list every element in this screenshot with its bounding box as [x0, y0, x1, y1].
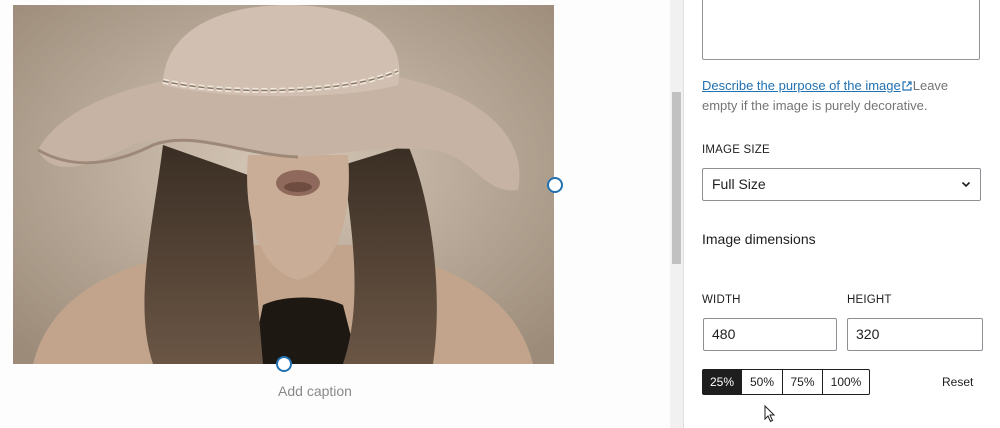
scrollbar-thumb[interactable]	[672, 92, 681, 264]
resize-handle-bottom[interactable]	[276, 356, 292, 372]
percent-100-button[interactable]: 100%	[823, 369, 870, 395]
chevron-down-icon	[961, 181, 971, 188]
height-label: HEIGHT	[847, 294, 892, 306]
alt-text-help: Describe the purpose of the image Leave e…	[702, 76, 972, 116]
percent-25-button[interactable]: 25%	[702, 369, 742, 395]
editor-canvas: Add caption	[0, 0, 670, 428]
percent-50-button[interactable]: 50%	[742, 369, 783, 395]
alt-text-field[interactable]	[702, 0, 980, 60]
height-input[interactable]: 320	[847, 318, 983, 351]
width-label: WIDTH	[702, 294, 741, 306]
percent-75-button[interactable]: 75%	[783, 369, 823, 395]
image-size-label: IMAGE SIZE	[702, 144, 770, 156]
image-dimensions-title: Image dimensions	[702, 231, 816, 247]
image-size-value: Full Size	[712, 176, 766, 192]
external-link-icon	[902, 81, 912, 91]
describe-purpose-link[interactable]: Describe the purpose of the image	[702, 78, 901, 93]
width-input[interactable]: 480	[703, 318, 837, 351]
caption-input[interactable]: Add caption	[0, 383, 630, 399]
photo	[13, 5, 554, 364]
mouse-cursor-icon	[764, 405, 776, 423]
resize-handle-right[interactable]	[547, 177, 563, 193]
image-size-select[interactable]: Full Size	[702, 168, 981, 201]
percent-button-group: 25% 50% 75% 100%	[702, 369, 870, 395]
settings-sidebar: Describe the purpose of the image Leave e…	[683, 0, 1000, 428]
reset-button[interactable]: Reset	[942, 375, 973, 389]
image-block[interactable]	[13, 5, 554, 364]
